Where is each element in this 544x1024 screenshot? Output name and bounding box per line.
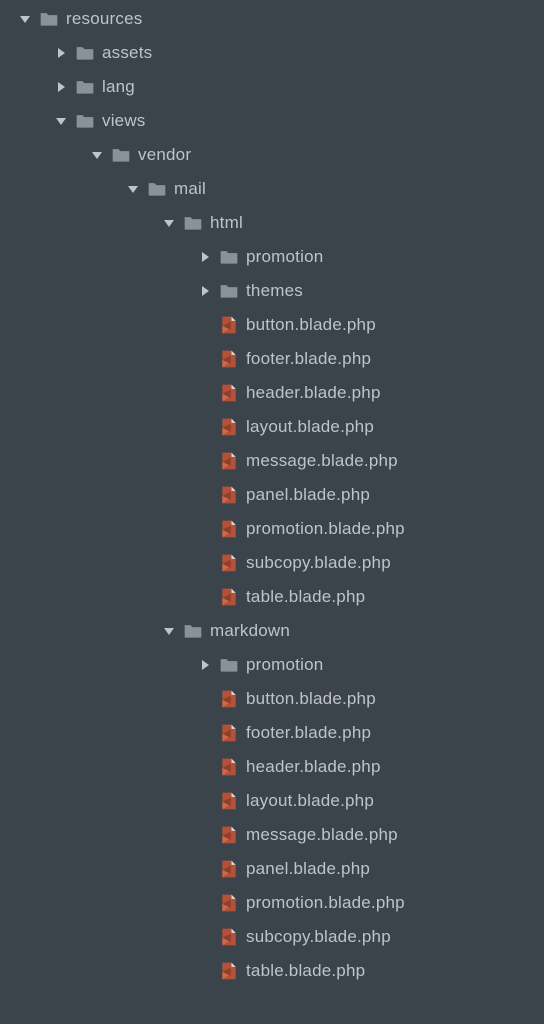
blade-file-icon [218, 552, 240, 574]
file-label: footer.blade.php [246, 723, 371, 743]
tree-file-row[interactable]: table.blade.php [0, 954, 544, 988]
chevron-right-icon[interactable] [198, 284, 212, 298]
folder-label: assets [102, 43, 152, 63]
chevron-down-icon[interactable] [162, 624, 176, 638]
chevron-right-icon[interactable] [54, 46, 68, 60]
blade-file-icon [218, 416, 240, 438]
tree-folder-row[interactable]: assets [0, 36, 544, 70]
file-label: button.blade.php [246, 315, 376, 335]
tree-folder-row[interactable]: mail [0, 172, 544, 206]
file-label: footer.blade.php [246, 349, 371, 369]
folder-icon [182, 620, 204, 642]
file-label: table.blade.php [246, 587, 365, 607]
blade-file-icon [218, 858, 240, 880]
chevron-right-icon[interactable] [54, 80, 68, 94]
blade-file-icon [218, 926, 240, 948]
file-label: subcopy.blade.php [246, 553, 391, 573]
chevron-right-icon[interactable] [198, 658, 212, 672]
folder-icon [74, 76, 96, 98]
tree-file-row[interactable]: header.blade.php [0, 376, 544, 410]
file-label: header.blade.php [246, 383, 381, 403]
tree-folder-row[interactable]: promotion [0, 240, 544, 274]
blade-file-icon [218, 688, 240, 710]
tree-file-row[interactable]: message.blade.php [0, 444, 544, 478]
file-label: message.blade.php [246, 825, 398, 845]
folder-icon [38, 8, 60, 30]
file-label: layout.blade.php [246, 417, 374, 437]
blade-file-icon [218, 790, 240, 812]
folder-label: markdown [210, 621, 290, 641]
tree-file-row[interactable]: header.blade.php [0, 750, 544, 784]
tree-file-row[interactable]: subcopy.blade.php [0, 546, 544, 580]
blade-file-icon [218, 518, 240, 540]
file-label: panel.blade.php [246, 485, 370, 505]
tree-folder-row[interactable]: vendor [0, 138, 544, 172]
file-label: panel.blade.php [246, 859, 370, 879]
folder-label: vendor [138, 145, 191, 165]
chevron-down-icon[interactable] [90, 148, 104, 162]
file-tree[interactable]: resources assets lang views vendor mail … [0, 2, 544, 988]
tree-folder-row[interactable]: themes [0, 274, 544, 308]
folder-label: promotion [246, 655, 323, 675]
folder-icon [110, 144, 132, 166]
tree-file-row[interactable]: footer.blade.php [0, 716, 544, 750]
blade-file-icon [218, 960, 240, 982]
folder-icon [146, 178, 168, 200]
folder-icon [74, 110, 96, 132]
folder-icon [182, 212, 204, 234]
blade-file-icon [218, 382, 240, 404]
chevron-down-icon[interactable] [126, 182, 140, 196]
blade-file-icon [218, 586, 240, 608]
tree-file-row[interactable]: footer.blade.php [0, 342, 544, 376]
blade-file-icon [218, 484, 240, 506]
tree-folder-row[interactable]: lang [0, 70, 544, 104]
chevron-down-icon[interactable] [18, 12, 32, 26]
blade-file-icon [218, 756, 240, 778]
file-label: promotion.blade.php [246, 893, 405, 913]
folder-icon [74, 42, 96, 64]
folder-icon [218, 654, 240, 676]
tree-file-row[interactable]: message.blade.php [0, 818, 544, 852]
chevron-down-icon[interactable] [54, 114, 68, 128]
file-label: button.blade.php [246, 689, 376, 709]
tree-folder-row[interactable]: markdown [0, 614, 544, 648]
tree-file-row[interactable]: table.blade.php [0, 580, 544, 614]
file-label: header.blade.php [246, 757, 381, 777]
folder-label: lang [102, 77, 135, 97]
blade-file-icon [218, 348, 240, 370]
tree-file-row[interactable]: subcopy.blade.php [0, 920, 544, 954]
folder-label: promotion [246, 247, 323, 267]
blade-file-icon [218, 824, 240, 846]
tree-file-row[interactable]: panel.blade.php [0, 478, 544, 512]
folder-label: themes [246, 281, 303, 301]
blade-file-icon [218, 722, 240, 744]
tree-file-row[interactable]: layout.blade.php [0, 410, 544, 444]
file-label: message.blade.php [246, 451, 398, 471]
blade-file-icon [218, 314, 240, 336]
tree-folder-row[interactable]: resources [0, 2, 544, 36]
tree-file-row[interactable]: button.blade.php [0, 308, 544, 342]
tree-folder-row[interactable]: promotion [0, 648, 544, 682]
blade-file-icon [218, 892, 240, 914]
tree-file-row[interactable]: layout.blade.php [0, 784, 544, 818]
tree-folder-row[interactable]: views [0, 104, 544, 138]
file-label: promotion.blade.php [246, 519, 405, 539]
file-label: subcopy.blade.php [246, 927, 391, 947]
tree-file-row[interactable]: panel.blade.php [0, 852, 544, 886]
folder-label: html [210, 213, 243, 233]
chevron-right-icon[interactable] [198, 250, 212, 264]
folder-label: mail [174, 179, 206, 199]
folder-label: resources [66, 9, 142, 29]
tree-file-row[interactable]: button.blade.php [0, 682, 544, 716]
tree-file-row[interactable]: promotion.blade.php [0, 886, 544, 920]
folder-label: views [102, 111, 146, 131]
chevron-down-icon[interactable] [162, 216, 176, 230]
blade-file-icon [218, 450, 240, 472]
tree-file-row[interactable]: promotion.blade.php [0, 512, 544, 546]
folder-icon [218, 246, 240, 268]
file-label: layout.blade.php [246, 791, 374, 811]
tree-folder-row[interactable]: html [0, 206, 544, 240]
file-label: table.blade.php [246, 961, 365, 981]
folder-icon [218, 280, 240, 302]
